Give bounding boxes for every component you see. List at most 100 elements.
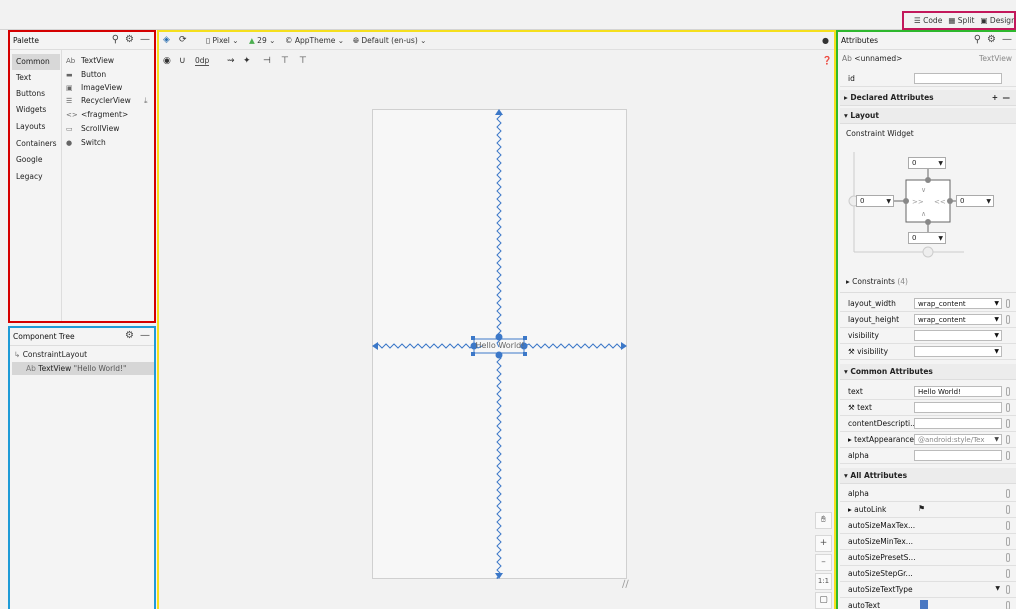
palette-item-recyclerview[interactable]: ☰ RecyclerView <box>66 94 131 108</box>
pin-icon[interactable] <box>1006 315 1010 324</box>
all-attr-row[interactable]: autoSizeMinTex... <box>840 534 1016 550</box>
search-icon[interactable]: ⚲ <box>112 34 119 45</box>
guidelines-icon[interactable]: ⊤ <box>299 56 307 66</box>
chevron-down-icon[interactable]: ▼ <box>995 585 1000 592</box>
palette-category-widgets[interactable]: Widgets <box>12 102 60 118</box>
warnings-icon[interactable]: ● <box>822 36 829 45</box>
tree-node-textview[interactable]: Ab TextView "Hello World!" <box>12 362 154 375</box>
tree-node-constraintlayout[interactable]: ↳ ConstraintLayout <box>14 350 87 359</box>
code-mode-button[interactable]: ☰ Code <box>914 16 942 25</box>
all-attr-row[interactable]: autoSizeStepGr... <box>840 566 1016 582</box>
minimize-icon[interactable]: — <box>140 330 150 341</box>
pin-icon[interactable] <box>1006 451 1010 460</box>
all-attr-row[interactable]: autoSizeTextType ▼ <box>840 582 1016 598</box>
palette-item-imageview[interactable]: ▣ ImageView <box>66 81 122 95</box>
pin-icon[interactable] <box>1006 537 1010 546</box>
pin-icon[interactable] <box>1006 521 1010 530</box>
infer-constraints-icon[interactable]: ✦ <box>243 56 251 66</box>
all-attr-row[interactable]: alpha <box>840 486 1016 502</box>
margin-left-dropdown[interactable]: 0 ▼ <box>856 195 894 207</box>
pan-hand-icon[interactable]: ✋︎ <box>815 512 832 529</box>
pin-icon[interactable] <box>1006 403 1010 412</box>
tools-visibility-dropdown[interactable]: ▼ <box>914 346 1002 357</box>
download-icon[interactable]: ⤓ <box>144 96 148 106</box>
palette-category-common[interactable]: Common <box>12 54 60 70</box>
margin-right-dropdown[interactable]: 0 ▼ <box>956 195 994 207</box>
pin-icon[interactable] <box>1006 505 1010 514</box>
checkbox-icon[interactable] <box>920 600 928 609</box>
flag-icon[interactable]: ⚑ <box>918 504 925 513</box>
pin-icon[interactable] <box>1006 419 1010 428</box>
constraints-toggle[interactable]: ▸ Constraints (4) <box>846 277 908 286</box>
palette-category-buttons[interactable]: Buttons <box>12 86 60 102</box>
pin-icon[interactable] <box>1006 553 1010 562</box>
text-field[interactable]: Hello World! <box>914 386 1002 397</box>
alpha-field[interactable] <box>914 450 1002 461</box>
all-attr-row[interactable]: ▸ autoLink ⚑ <box>840 502 1016 518</box>
zoom-in-button[interactable]: + <box>815 535 832 552</box>
palette-item-scrollview[interactable]: ▭ ScrollView <box>66 122 119 136</box>
layout-section[interactable]: ▾ Layout <box>840 108 1016 124</box>
common-attributes-section[interactable]: ▾ Common Attributes <box>840 364 1016 380</box>
gear-icon[interactable]: ⚙ <box>125 330 134 341</box>
pin-icon[interactable] <box>1006 585 1010 594</box>
pin-icon[interactable] <box>1006 601 1010 609</box>
palette-category-google[interactable]: Google <box>12 152 60 168</box>
remove-attribute-icon[interactable]: — <box>1003 90 1011 106</box>
margin-bottom-dropdown[interactable]: 0 ▼ <box>908 232 946 244</box>
pin-icon[interactable] <box>1006 569 1010 578</box>
minimize-icon[interactable]: — <box>1002 34 1012 45</box>
split-mode-button[interactable]: ▦ Split <box>948 16 974 25</box>
zoom-fit-icon[interactable]: ▢ <box>815 592 832 609</box>
top-anchor[interactable] <box>495 333 503 341</box>
all-attr-row[interactable]: autoText <box>840 598 1016 609</box>
tools-text-field[interactable] <box>914 402 1002 413</box>
align-icon[interactable]: ⊤ <box>281 56 289 66</box>
palette-item-button[interactable]: ▬ Button <box>66 68 106 82</box>
view-options-icon[interactable]: ◉ <box>163 56 171 66</box>
all-attr-row[interactable]: autoSizePresetS... <box>840 550 1016 566</box>
resize-handle-icon[interactable]: ∕∕ <box>622 579 629 590</box>
pin-icon[interactable] <box>1006 299 1010 308</box>
gear-icon[interactable]: ⚙ <box>987 34 996 45</box>
gear-icon[interactable]: ⚙ <box>125 34 134 45</box>
orientation-icon[interactable]: ⟳ <box>179 35 187 45</box>
bottom-anchor[interactable] <box>495 351 503 359</box>
design-surface-icon[interactable]: ◈ <box>163 35 170 45</box>
device-dropdown[interactable]: ▯ Pixel ⌄ <box>206 36 239 45</box>
hello-world-textview[interactable]: Hello World! <box>475 341 525 350</box>
palette-category-layouts[interactable]: Layouts <box>12 119 60 135</box>
minimize-icon[interactable]: — <box>140 34 150 45</box>
all-attr-row[interactable]: autoSizeMaxTex... <box>840 518 1016 534</box>
layout-width-dropdown[interactable]: wrap_content ▼ <box>914 298 1002 309</box>
help-icon[interactable]: ❓ <box>822 56 832 65</box>
id-field[interactable] <box>914 73 1002 84</box>
clear-constraints-icon[interactable]: ⇝ <box>227 56 235 66</box>
content-description-field[interactable] <box>914 418 1002 429</box>
add-attribute-icon[interactable]: + <box>992 90 998 106</box>
locale-dropdown[interactable]: 🌐︎ Default (en-us) ⌄ <box>353 36 426 46</box>
palette-item-textview[interactable]: Ab TextView <box>66 54 114 68</box>
pack-icon[interactable]: ⊣ <box>263 56 271 66</box>
layout-height-dropdown[interactable]: wrap_content ▼ <box>914 314 1002 325</box>
magnet-icon[interactable]: ∪ <box>179 56 186 66</box>
visibility-dropdown[interactable]: ▼ <box>914 330 1002 341</box>
palette-category-legacy[interactable]: Legacy <box>12 169 60 185</box>
zoom-actual-size-button[interactable]: 1:1 <box>815 573 832 590</box>
text-appearance-dropdown[interactable]: @android:style/Tex ▼ <box>914 434 1002 445</box>
pin-icon[interactable] <box>1006 435 1010 444</box>
default-margin-selector[interactable]: 0dp <box>195 56 210 66</box>
pin-icon[interactable] <box>1006 489 1010 498</box>
margin-top-dropdown[interactable]: 0 ▼ <box>908 157 946 169</box>
palette-item-switch[interactable]: ● Switch <box>66 136 106 150</box>
design-mode-button[interactable]: ▣ Design <box>980 16 1014 25</box>
theme-dropdown[interactable]: © AppTheme ⌄ <box>285 36 344 45</box>
pin-icon[interactable] <box>1006 387 1010 396</box>
api-dropdown[interactable]: ▲ 29 ⌄ <box>249 36 275 45</box>
all-attributes-section[interactable]: ▾ All Attributes <box>840 468 1016 484</box>
palette-category-containers[interactable]: Containers <box>12 136 60 152</box>
palette-item-fragment[interactable]: <> <fragment> <box>66 108 128 122</box>
zoom-out-button[interactable]: – <box>815 554 832 571</box>
search-icon[interactable]: ⚲ <box>974 34 981 45</box>
declared-attributes-section[interactable]: ▸ Declared Attributes + — <box>840 90 1016 106</box>
